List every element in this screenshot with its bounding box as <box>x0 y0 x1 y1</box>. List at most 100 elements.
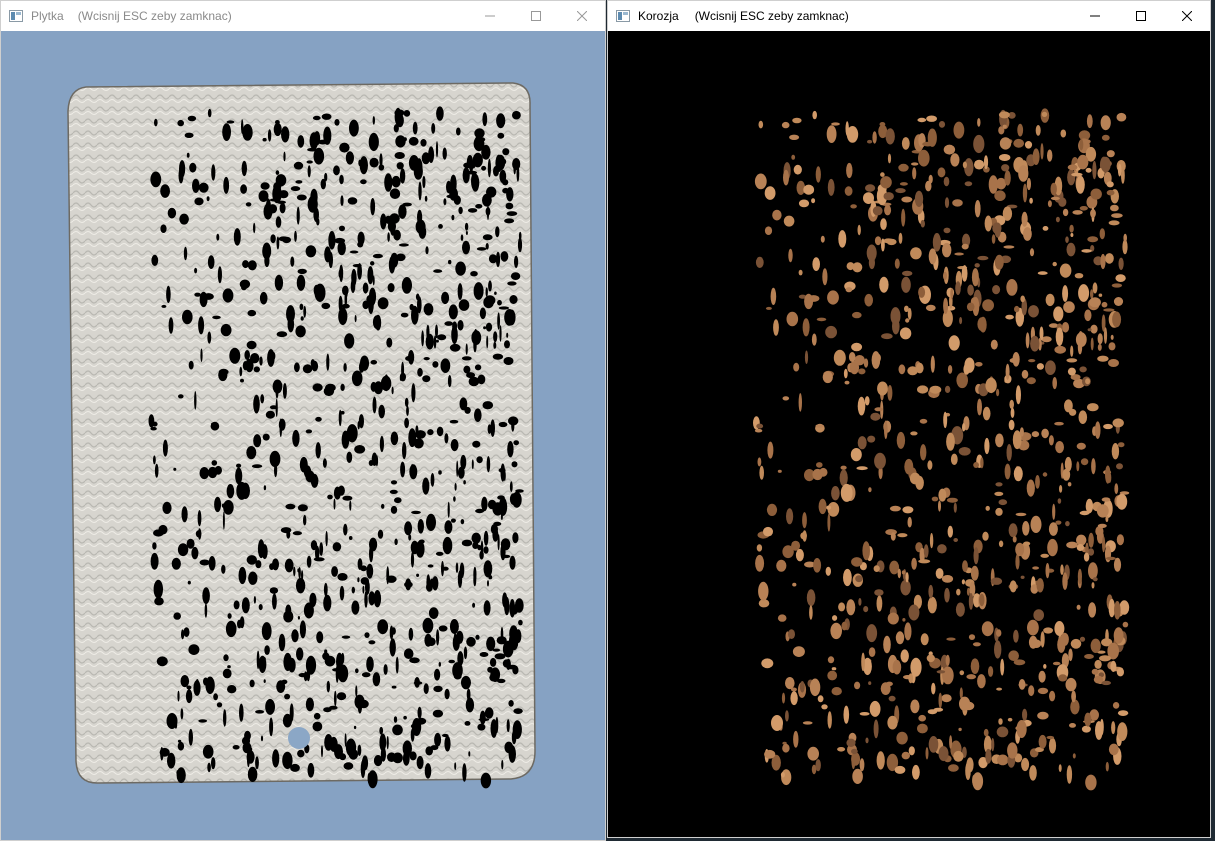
minimize-button[interactable] <box>1072 1 1118 31</box>
rust-spot <box>883 192 894 201</box>
maximize-button[interactable] <box>513 1 559 31</box>
corrosion-spot <box>184 132 194 138</box>
rust-spot <box>927 709 938 715</box>
corrosion-spot <box>237 619 242 629</box>
rust-spot <box>1112 418 1124 428</box>
rust-spot <box>908 673 914 684</box>
minimize-button[interactable] <box>467 1 513 31</box>
rust-spot <box>889 560 900 575</box>
rust-spot <box>1001 164 1010 172</box>
corrosion-spot <box>465 697 475 713</box>
rust-spot <box>1115 274 1126 282</box>
rust-spot <box>815 759 821 772</box>
rust-spot <box>896 731 908 745</box>
corrosion-spot <box>345 151 354 165</box>
close-button[interactable] <box>559 1 605 31</box>
corrosion-spot <box>323 594 332 612</box>
corrosion-spot <box>303 602 314 619</box>
rust-spot <box>1108 472 1112 484</box>
corrosion-spot <box>506 332 509 338</box>
corrosion-spot <box>449 343 461 352</box>
corrosion-spot <box>501 759 504 770</box>
corrosion-spot <box>286 530 291 539</box>
rust-spot <box>827 178 835 196</box>
corrosion-spot <box>489 673 498 682</box>
corrosion-spot <box>450 174 457 194</box>
rust-spot <box>868 647 876 657</box>
rust-spot <box>899 327 912 340</box>
corrosion-spot <box>290 763 300 772</box>
corrosion-spot <box>444 520 453 534</box>
rust-spot <box>855 575 863 583</box>
corrosion-spot <box>279 190 289 199</box>
corrosion-spot <box>361 672 371 678</box>
rust-spot <box>1097 343 1102 351</box>
rust-spot <box>1076 442 1086 450</box>
corrosion-spot <box>316 631 324 644</box>
corrosion-spot <box>414 677 420 688</box>
corrosion-spot <box>473 282 484 300</box>
corrosion-spot <box>245 202 252 207</box>
corrosion-spot <box>288 657 296 673</box>
rust-spot <box>995 482 1003 487</box>
rust-spot <box>938 121 946 128</box>
corrosion-spot <box>198 182 209 193</box>
corrosion-spot <box>160 224 167 233</box>
rust-spot <box>941 694 952 703</box>
rust-spot <box>1076 461 1080 472</box>
corrosion-spot <box>216 233 220 241</box>
rust-spot <box>798 199 810 208</box>
rust-spot <box>802 530 807 542</box>
rust-spot <box>1008 650 1019 661</box>
close-button[interactable] <box>1164 1 1210 31</box>
maximize-button[interactable] <box>1118 1 1164 31</box>
corrosion-spot <box>211 164 216 181</box>
rust-spot <box>917 117 927 123</box>
plytka-titlebar[interactable]: Plytka (Wcisnij ESC zeby zamknac) <box>1 1 605 31</box>
rust-spot <box>994 491 1004 496</box>
corrosion-spot <box>460 519 465 525</box>
corrosion-spot <box>256 650 260 670</box>
rust-spot <box>899 182 908 186</box>
corrosion-spot <box>418 225 427 239</box>
rust-spot <box>1101 301 1108 308</box>
rust-spot <box>770 287 777 305</box>
rust-spot <box>1092 160 1097 180</box>
corrosion-spot <box>246 340 257 350</box>
corrosion-spot <box>514 598 524 613</box>
corrosion-spot <box>251 464 263 469</box>
corrosion-spot <box>324 246 331 263</box>
corrosion-spot <box>353 725 357 730</box>
rust-spot <box>798 269 803 276</box>
korozja-window[interactable]: Korozja (Wcisnij ESC zeby zamknac) <box>607 0 1211 838</box>
rust-spot <box>858 368 866 375</box>
rust-spot <box>1019 427 1024 437</box>
rust-spot <box>1053 306 1064 322</box>
corrosion-spot <box>475 508 485 514</box>
korozja-titlebar[interactable]: Korozja (Wcisnij ESC zeby zamknac) <box>608 1 1210 31</box>
rust-spot <box>788 248 793 263</box>
rust-spot <box>1063 301 1075 313</box>
corrosion-spot <box>370 198 376 216</box>
corrosion-spot <box>299 620 306 639</box>
corrosion-spot <box>484 295 496 306</box>
rust-spot <box>1062 285 1069 302</box>
rust-spot <box>1093 675 1104 684</box>
rust-spot <box>1078 284 1090 302</box>
rust-spot <box>1020 295 1025 303</box>
corrosion-spot <box>276 236 280 250</box>
corrosion-spot <box>315 442 321 459</box>
corrosion-spot <box>474 364 482 371</box>
rust-spot <box>1111 213 1123 219</box>
rust-spot <box>1108 743 1119 756</box>
rust-spot <box>1006 279 1018 296</box>
rust-spot <box>764 749 776 759</box>
rust-spot <box>809 605 813 620</box>
corrosion-spot <box>153 455 156 465</box>
plytka-window[interactable]: Plytka (Wcisnij ESC zeby zamknac) <box>0 0 606 841</box>
corrosion-spot <box>424 195 428 202</box>
rust-spot <box>1069 723 1076 728</box>
rust-spot <box>1071 172 1083 177</box>
corrosion-spot <box>345 286 348 298</box>
corrosion-spot <box>497 312 500 330</box>
